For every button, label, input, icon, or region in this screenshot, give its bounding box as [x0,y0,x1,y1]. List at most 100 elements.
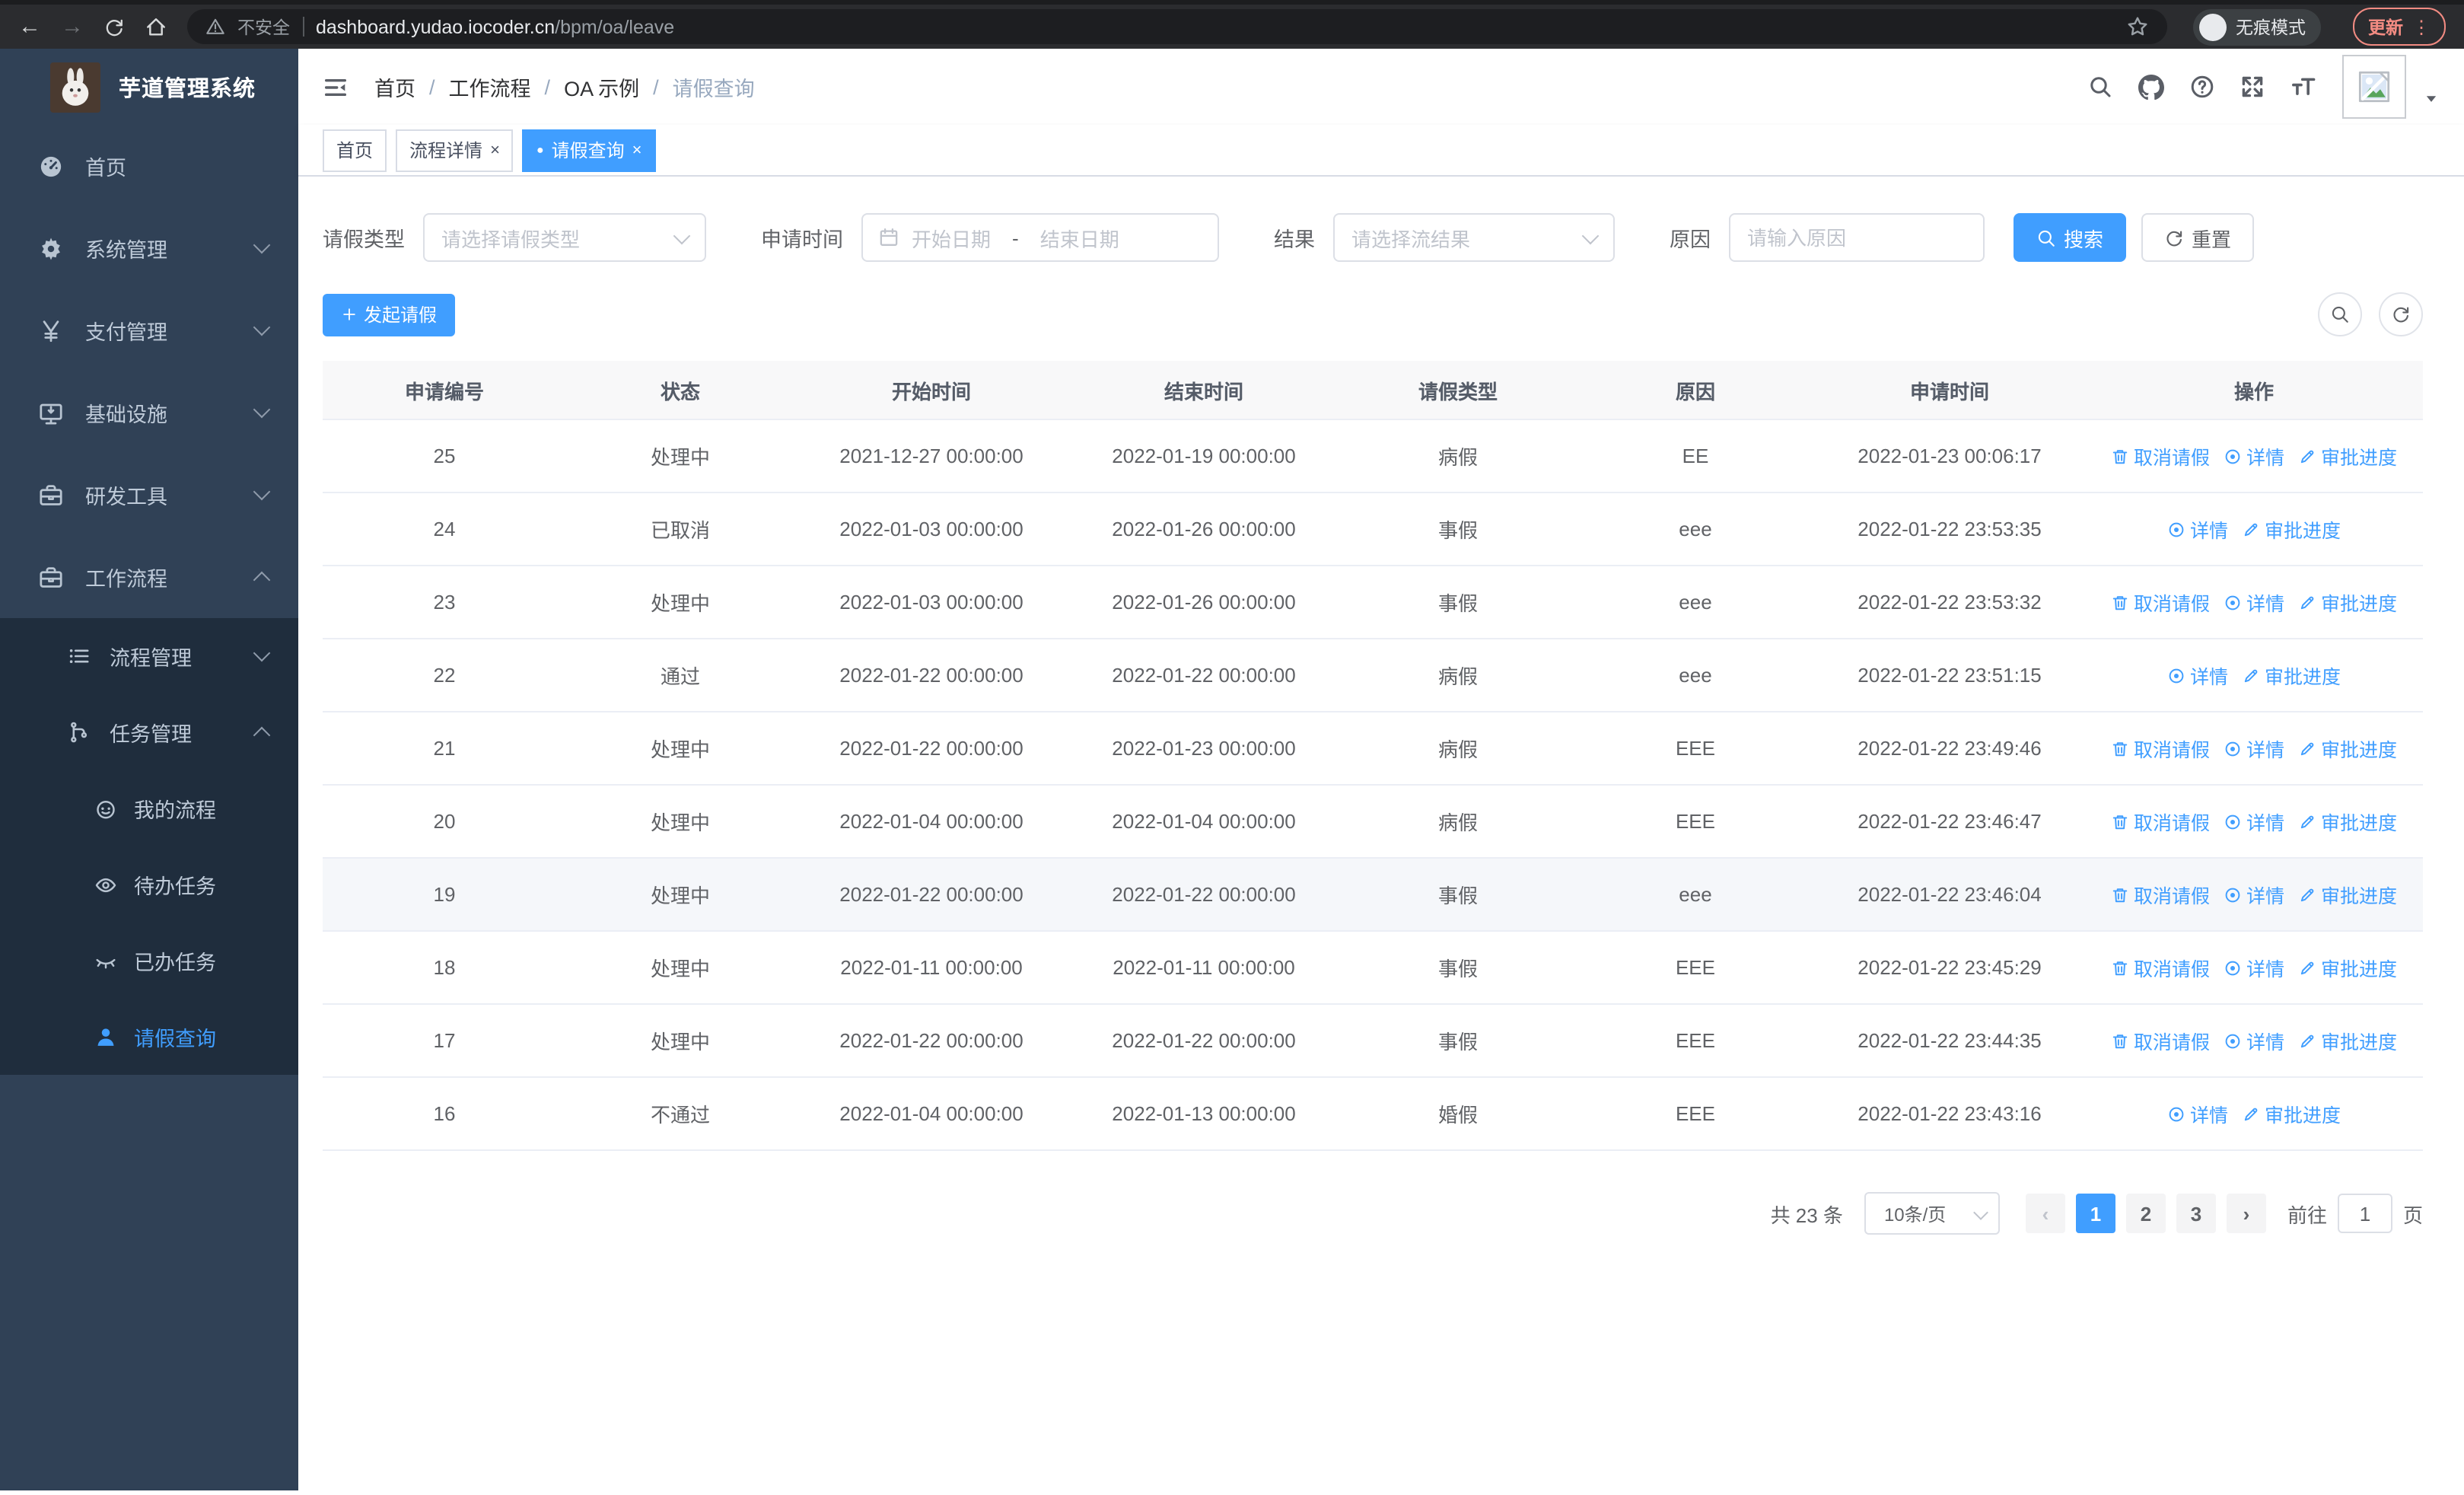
detail-link[interactable]: 详情 [2224,588,2284,617]
approval-progress-link[interactable]: 审批进度 [2298,953,2397,982]
detail-link[interactable]: 详情 [2224,734,2284,763]
approval-progress-link[interactable]: 审批进度 [2242,1099,2341,1128]
page-button-2[interactable]: 2 [2125,1194,2166,1233]
cell-applied: 2022-01-22 23:53:35 [1858,518,2042,540]
browser-forward-button[interactable]: → [61,15,84,38]
help-icon[interactable] [2190,75,2214,99]
tab-process-detail[interactable]: 流程详情 × [396,129,514,171]
goto-page-input[interactable] [2337,1194,2392,1233]
cell-reason: EEE [1675,1102,1715,1125]
address-bar[interactable]: 不安全 dashboard.yudao.iocoder.cn/bpm/oa/le… [187,9,2167,44]
cancel-leave-link[interactable]: 取消请假 [2111,880,2210,909]
sidebar-item-devtools[interactable]: 研发工具 [0,454,298,536]
sidebar-item-label: 研发工具 [85,486,167,508]
cell-id: 16 [433,1102,456,1125]
browser-menu-icon[interactable]: ⋮ [2412,18,2431,36]
search-button[interactable]: 搜索 [2014,213,2127,262]
refresh-table-button[interactable] [2379,292,2423,336]
cell-actions: 详情 审批进度 [2085,515,2423,543]
show-search-icon-button[interactable] [2318,292,2362,336]
page-size-select[interactable]: 10条/页 [1864,1192,2000,1235]
sidebar-item-payment[interactable]: 支付管理 [0,289,298,371]
leave-type-select[interactable]: 请选择请假类型 [423,213,706,262]
sidebar-item-my-process[interactable]: 我的流程 [0,770,298,846]
table-row: 25 处理中 2021-12-27 00:00:00 2022-01-19 00… [323,420,2423,493]
browser-update-button[interactable]: 更新 ⋮ [2353,8,2446,46]
bookmark-star-icon[interactable] [2126,15,2149,38]
cancel-leave-link[interactable]: 取消请假 [2111,1026,2210,1055]
sidebar-item-home[interactable]: 首页 [0,125,298,207]
detail-link[interactable]: 详情 [2224,1026,2284,1055]
cancel-leave-link[interactable]: 取消请假 [2111,953,2210,982]
cell-id: 25 [433,445,456,467]
fullscreen-icon[interactable] [2240,75,2265,99]
sidebar-collapse-icon[interactable] [323,74,349,100]
sidebar-item-process-mgmt[interactable]: 流程管理 [0,618,298,694]
cancel-leave-link[interactable]: 取消请假 [2111,588,2210,617]
cancel-leave-link[interactable]: 取消请假 [2111,807,2210,836]
approval-progress-link[interactable]: 审批进度 [2298,880,2397,909]
detail-link[interactable]: 详情 [2224,441,2284,470]
cancel-leave-link[interactable]: 取消请假 [2111,441,2210,470]
col-header-reason: 原因 [1675,380,1715,403]
approval-progress-link[interactable]: 审批进度 [2298,441,2397,470]
approval-progress-link[interactable]: 审批进度 [2298,1026,2397,1055]
detail-link[interactable]: 详情 [2167,1099,2228,1128]
cell-status: 处理中 [650,885,710,907]
search-icon[interactable] [2088,75,2112,99]
breadcrumb-item[interactable]: 工作流程 [449,72,531,102]
detail-link[interactable]: 详情 [2224,880,2284,909]
sidebar-item-leave-query[interactable]: 请假查询 [0,999,298,1075]
security-warning-icon [205,17,225,37]
incognito-icon [2199,13,2227,40]
reset-button[interactable]: 重置 [2141,213,2255,262]
app-logo-row[interactable]: 芋道管理系统 [0,49,298,125]
sidebar-item-done-tasks[interactable]: 已办任务 [0,923,298,999]
cancel-leave-link[interactable]: 取消请假 [2111,734,2210,763]
sidebar-item-system[interactable]: 系统管理 [0,207,298,289]
avatar-caret-icon[interactable] [2423,89,2440,106]
create-leave-button[interactable]: 发起请假 [323,293,456,336]
apply-time-range-picker[interactable]: 开始日期 - 结束日期 [861,213,1219,262]
detail-link[interactable]: 详情 [2224,807,2284,836]
browser-reload-button[interactable] [103,16,125,37]
next-page-button[interactable]: › [2226,1194,2266,1233]
breadcrumb-item[interactable]: 首页 [374,72,415,102]
result-select[interactable]: 请选择流结果 [1333,213,1615,262]
close-icon[interactable]: × [632,141,642,159]
prev-page-button[interactable]: ‹ [2025,1194,2065,1233]
page-button-3[interactable]: 3 [2176,1194,2216,1233]
cell-actions: 取消请假 详情 审批进度 [2085,734,2423,763]
approval-progress-link[interactable]: 审批进度 [2242,661,2341,690]
approval-progress-link[interactable]: 审批进度 [2298,734,2397,763]
github-icon[interactable] [2138,74,2164,100]
detail-link[interactable]: 详情 [2224,953,2284,982]
page-content: 请假类型 请选择请假类型 申请时间 开始日期 - 结束日期 结果 请选择流结果 … [298,177,2464,1490]
breadcrumb-item[interactable]: OA 示例 [564,72,639,102]
approval-progress-link[interactable]: 审批进度 [2298,807,2397,836]
tab-leave-query[interactable]: ● 请假查询 × [522,129,656,171]
tab-home[interactable]: 首页 [323,129,387,171]
approval-progress-link[interactable]: 审批进度 [2298,588,2397,617]
font-size-icon[interactable] [2291,74,2316,100]
approval-progress-link[interactable]: 审批进度 [2242,515,2341,543]
browser-home-button[interactable] [145,15,167,38]
close-icon[interactable]: × [490,141,500,159]
detail-link[interactable]: 详情 [2167,515,2228,543]
cell-status: 通过 [660,665,700,688]
sidebar-item-workflow[interactable]: 工作流程 [0,536,298,618]
sidebar-item-todo-tasks[interactable]: 待办任务 [0,846,298,923]
detail-link[interactable]: 详情 [2167,661,2228,690]
sidebar-item-task-mgmt[interactable]: 任务管理 [0,694,298,770]
sidebar-item-infra[interactable]: 基础设施 [0,371,298,454]
sidebar-item-label: 我的流程 [134,799,216,822]
page-button-1[interactable]: 1 [2075,1194,2115,1233]
reason-input[interactable] [1729,213,1985,262]
cell-start: 2022-01-22 00:00:00 [839,1029,1023,1052]
avatar[interactable] [2342,55,2406,119]
monitor-icon [38,400,64,426]
main-area: 首页 / 工作流程 / OA 示例 / 请假查询 首页 流程详情 × ● 请假查… [298,49,2464,1490]
browser-back-button[interactable]: ← [18,15,41,38]
breadcrumb: 首页 / 工作流程 / OA 示例 / 请假查询 [374,72,755,102]
cell-id: 17 [433,1029,456,1052]
